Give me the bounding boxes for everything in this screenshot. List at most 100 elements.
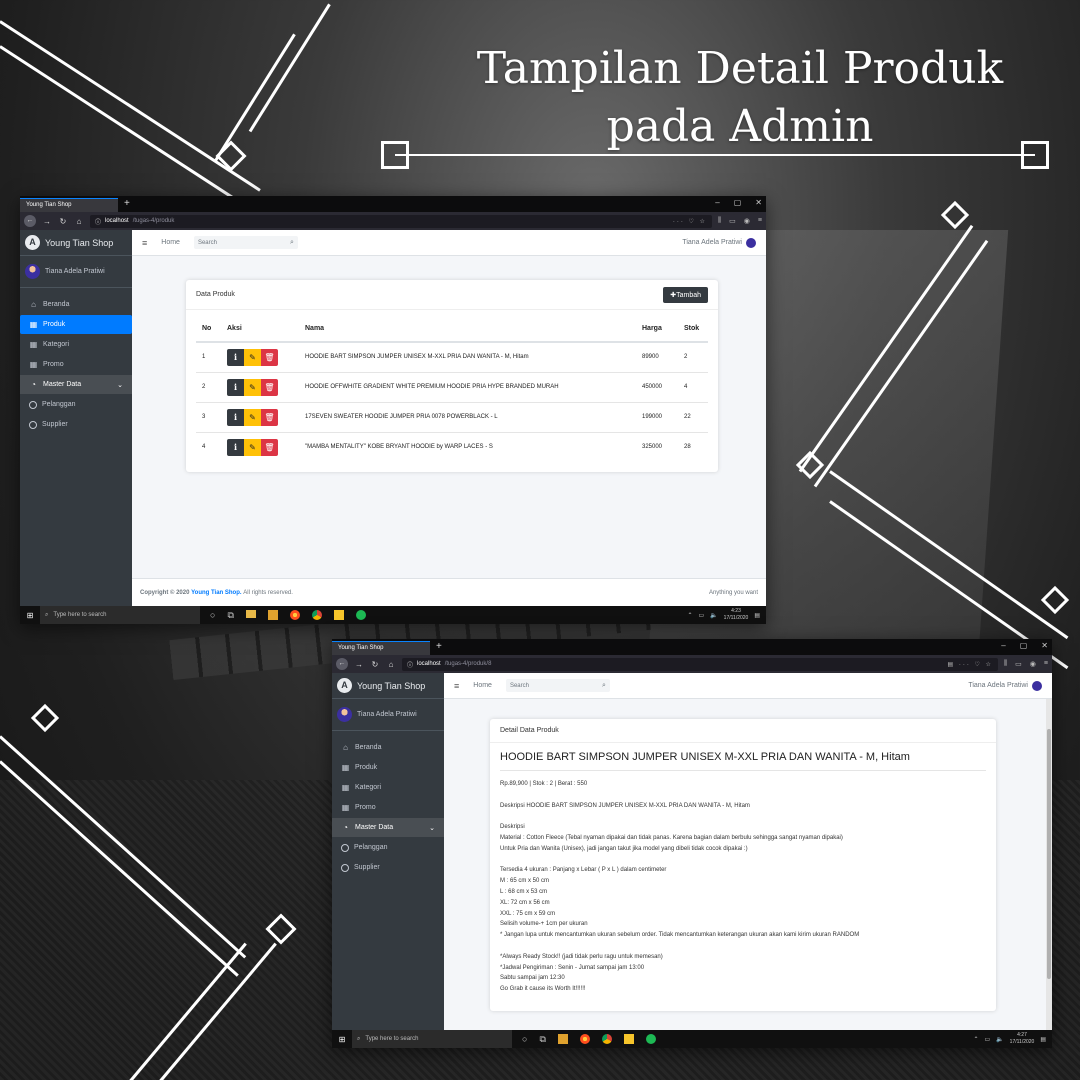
menu-icon[interactable]: ≡: [758, 217, 762, 225]
delete-button[interactable]: 🗑: [261, 408, 278, 426]
notification-icon[interactable]: ▤: [754, 612, 760, 619]
sidebar-item-beranda[interactable]: ⌂ Beranda: [20, 295, 132, 314]
detail-button[interactable]: i: [227, 438, 244, 456]
sidebar-item-produk[interactable]: ▦ Produk: [332, 758, 444, 777]
chrome-icon[interactable]: [601, 1033, 612, 1044]
page-actions-icon[interactable]: ··· ♡ ☆: [673, 218, 707, 225]
sidebar-item-pelanggan[interactable]: Pelanggan: [332, 838, 444, 857]
close-window-button[interactable]: ✕: [755, 198, 762, 207]
delete-button[interactable]: 🗑: [261, 438, 278, 456]
firefox-icon[interactable]: [289, 609, 300, 620]
sublime-icon[interactable]: [267, 609, 278, 620]
maximize-button[interactable]: ▢: [734, 198, 742, 207]
close-window-button[interactable]: ✕: [1041, 641, 1048, 650]
edit-button[interactable]: ✎: [244, 348, 261, 366]
network-icon[interactable]: ▭: [985, 1036, 991, 1043]
network-icon[interactable]: ▭: [699, 612, 705, 619]
navbar-user[interactable]: Tiana Adela Pratiwi: [682, 237, 756, 248]
footer-shop-link[interactable]: Young Tian Shop.: [191, 590, 241, 596]
back-icon[interactable]: ←: [24, 215, 36, 227]
delete-button[interactable]: 🗑: [261, 378, 278, 396]
hamburger-icon[interactable]: ≡: [142, 238, 147, 248]
cortana-icon[interactable]: ○: [522, 1034, 527, 1045]
url-bar[interactable]: ⓘ localhost/tugas-4/produk ··· ♡ ☆: [90, 214, 712, 228]
tray-chevron-icon[interactable]: ⌃: [973, 1036, 978, 1043]
scroll-thumb[interactable]: [1047, 729, 1051, 979]
page-scrollbar[interactable]: [1046, 699, 1052, 1030]
edit-button[interactable]: ✎: [244, 378, 261, 396]
sidebar-item-master-data[interactable]: ◔ Master Data ⌄: [332, 818, 444, 837]
search-input[interactable]: Search ⌕: [505, 679, 610, 692]
search-icon[interactable]: ⌕: [290, 239, 294, 247]
taskbar-clock[interactable]: 4:27 17/11/2020: [1010, 1032, 1035, 1046]
minimize-button[interactable]: –: [1001, 641, 1005, 650]
notification-icon[interactable]: ▤: [1040, 1036, 1046, 1043]
reload-icon[interactable]: ↻: [370, 660, 380, 669]
navbar-user[interactable]: Tiana Adela Pratiwi: [968, 680, 1042, 691]
sidebar-item-promo[interactable]: ▦ Promo: [20, 355, 132, 374]
sidebar-item-supplier[interactable]: Supplier: [20, 415, 132, 434]
forward-icon[interactable]: →: [354, 660, 364, 669]
search-icon[interactable]: ⌕: [602, 682, 606, 690]
edit-button[interactable]: ✎: [244, 408, 261, 426]
library-icon[interactable]: ⫼: [1004, 660, 1007, 668]
sidebar-item-produk[interactable]: ▦ Produk: [20, 315, 132, 334]
add-product-button[interactable]: ✚Tambah: [663, 286, 708, 303]
task-view-icon[interactable]: ⧉: [227, 610, 233, 621]
sidebar-item-master-data[interactable]: ◔ Master Data ⌄: [20, 375, 132, 394]
account-icon[interactable]: ◉: [744, 217, 750, 225]
minimize-button[interactable]: –: [715, 198, 719, 207]
edit-button[interactable]: ✎: [244, 438, 261, 456]
detail-button[interactable]: i: [227, 408, 244, 426]
sidebar-item-kategori[interactable]: ▦ Kategori: [332, 778, 444, 797]
sidebar-item-supplier[interactable]: Supplier: [332, 858, 444, 877]
detail-button[interactable]: i: [227, 348, 244, 366]
sidebar-icon[interactable]: ▭: [1015, 660, 1022, 668]
windows-start-icon[interactable]: ⊞: [332, 1035, 352, 1044]
chrome-icon[interactable]: [311, 609, 322, 620]
delete-button[interactable]: 🗑: [261, 348, 278, 366]
file-explorer-icon[interactable]: [245, 609, 256, 618]
volume-icon[interactable]: 🔈: [710, 612, 717, 619]
spotify-icon[interactable]: [355, 609, 366, 620]
home-icon[interactable]: ⌂: [74, 217, 84, 226]
nav-home-link[interactable]: Home: [161, 239, 180, 246]
spotify-icon[interactable]: [645, 1033, 656, 1044]
search-input[interactable]: Search ⌕: [193, 236, 298, 249]
sidebar-item-kategori[interactable]: ▦ Kategori: [20, 335, 132, 354]
home-icon[interactable]: ⌂: [386, 660, 396, 669]
browser-tab[interactable]: Young Tian Shop: [332, 641, 430, 655]
detail-button[interactable]: i: [227, 378, 244, 396]
maximize-button[interactable]: ▢: [1020, 641, 1028, 650]
tray-chevron-icon[interactable]: ⌃: [687, 612, 692, 619]
forward-icon[interactable]: →: [42, 217, 52, 226]
nav-home-link[interactable]: Home: [473, 682, 492, 689]
new-tab-button[interactable]: +: [118, 198, 136, 212]
taskbar-clock[interactable]: 4:23 17/11/2020: [724, 608, 749, 622]
hamburger-icon[interactable]: ≡: [454, 681, 459, 691]
sidebar-item-beranda[interactable]: ⌂ Beranda: [332, 738, 444, 757]
sublime-icon[interactable]: [557, 1033, 568, 1044]
page-actions-icon[interactable]: ▤ ··· ♡ ☆: [948, 661, 993, 668]
brand[interactable]: A Young Tian Shop: [20, 230, 132, 256]
account-icon[interactable]: ◉: [1030, 660, 1036, 668]
sidebar-item-pelanggan[interactable]: Pelanggan: [20, 395, 132, 414]
sticky-notes-icon[interactable]: [333, 609, 344, 620]
sticky-notes-icon[interactable]: [623, 1033, 634, 1044]
browser-tab[interactable]: Young Tian Shop: [20, 198, 118, 212]
volume-icon[interactable]: 🔈: [996, 1036, 1003, 1043]
sidebar-item-promo[interactable]: ▦ Promo: [332, 798, 444, 817]
new-tab-button[interactable]: +: [430, 641, 448, 655]
taskbar-search-input[interactable]: ⌕ Type here to search: [352, 1030, 512, 1048]
reload-icon[interactable]: ↻: [58, 217, 68, 226]
user-panel[interactable]: Tiana Adela Pratiwi: [332, 699, 444, 731]
library-icon[interactable]: ⫼: [718, 217, 721, 225]
task-view-icon[interactable]: ⧉: [539, 1034, 545, 1045]
taskbar-search-input[interactable]: ⌕ Type here to search: [40, 606, 200, 624]
sidebar-icon[interactable]: ▭: [729, 217, 736, 225]
firefox-icon[interactable]: [579, 1033, 590, 1044]
windows-start-icon[interactable]: ⊞: [20, 611, 40, 620]
url-bar[interactable]: ⓘ localhost/tugas-4/produk/8 ▤ ··· ♡ ☆: [402, 657, 998, 671]
user-panel[interactable]: Tiana Adela Pratiwi: [20, 256, 132, 288]
back-icon[interactable]: ←: [336, 658, 348, 670]
